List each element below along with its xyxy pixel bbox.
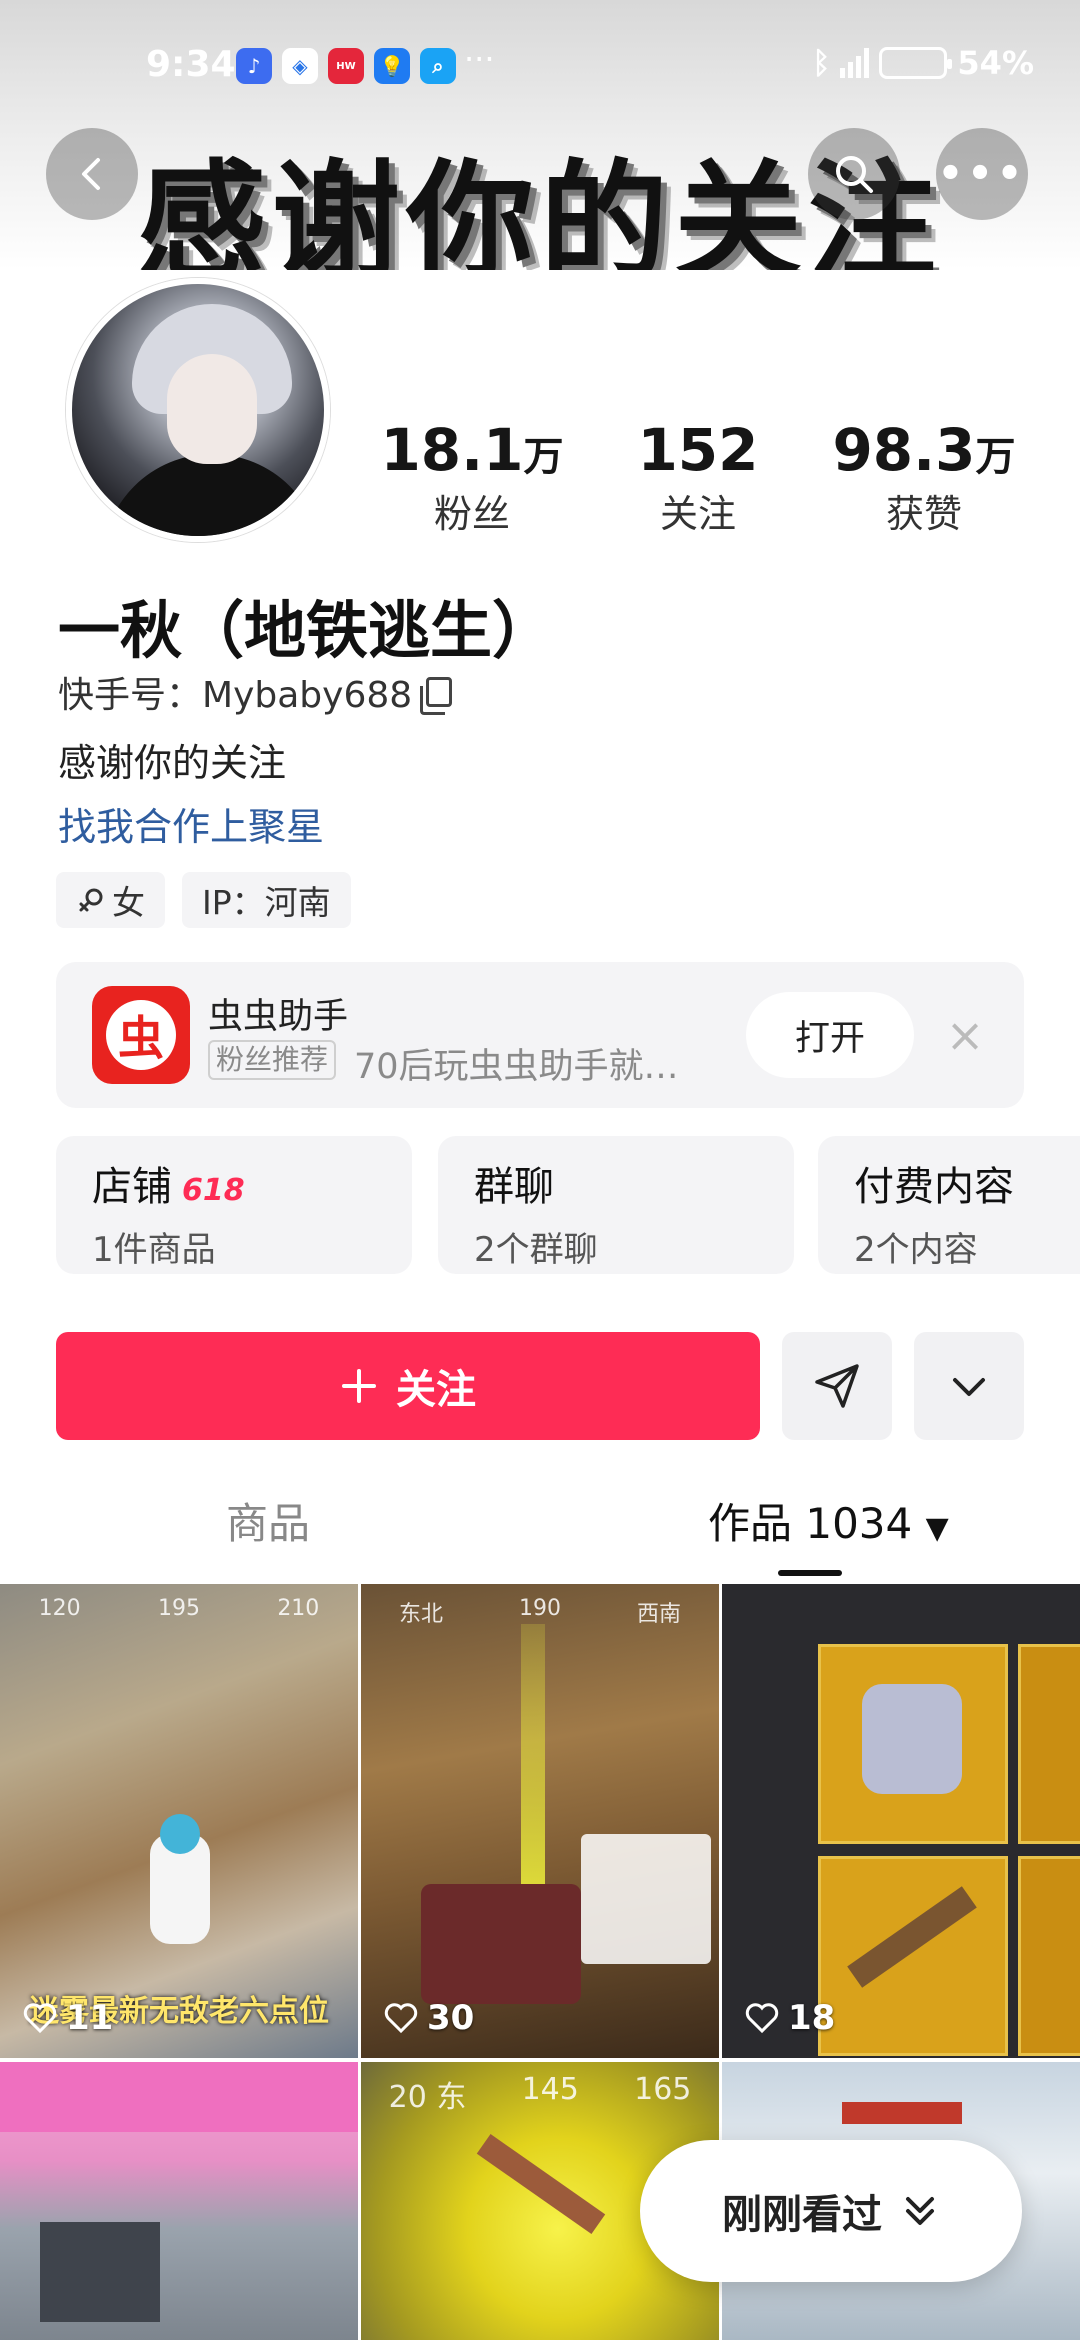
profile-bio: 感谢你的关注: [58, 741, 287, 785]
heart-icon: [745, 2003, 779, 2034]
work-likes-count: 11: [66, 1998, 114, 2038]
close-icon[interactable]: ×: [940, 1010, 990, 1060]
promo-description: 70后玩虫虫助手就…: [354, 1047, 679, 1087]
following-label: 关注: [659, 492, 736, 536]
work-likes-count: 30: [427, 1998, 475, 2038]
work-likes: 30: [383, 1998, 474, 2038]
likes-unit: 万: [975, 434, 1016, 480]
work-tile[interactable]: 120 195 210 迷雾最新无敌老六点位 11: [0, 1584, 358, 2058]
status-bar: 9:34 ♪ ◈ HW 💡 ⌕ ··· ᛒ 54%: [0, 0, 1080, 130]
ip-text: IP：河南: [202, 883, 331, 922]
status-indicators: ᛒ 54%: [812, 44, 1034, 82]
work-likes-count: 18: [788, 1998, 836, 2038]
double-chevron-down-icon: [906, 2197, 934, 2225]
paid-content-card[interactable]: 付费内容 2个内容: [818, 1136, 1080, 1274]
paid-content-title: 付费内容: [854, 1164, 1014, 1210]
promo-618-badge: 618: [182, 1173, 245, 1208]
work-tile[interactable]: 东北 190 西南 30: [361, 1584, 719, 2058]
recently-viewed-label: 刚刚看过: [722, 2192, 882, 2238]
more-dots-icon: •••: [937, 151, 1027, 197]
status-more-icon: ···: [464, 40, 495, 78]
stat-likes[interactable]: 98.3万 获赞: [814, 416, 1034, 537]
work-tile[interactable]: 18: [722, 1584, 1080, 2058]
search-app-icon: ⌕: [420, 48, 456, 84]
work-likes: 11: [22, 1998, 113, 2038]
heart-icon: [23, 2003, 57, 2034]
likes-count: 98.3: [832, 416, 976, 484]
heart-icon: [384, 2003, 418, 2034]
paid-content-subtitle: 2个内容: [854, 1230, 978, 1270]
cooperation-link[interactable]: 找我合作上聚星: [58, 796, 324, 851]
item-slot-rifle: [818, 1856, 1008, 2056]
tab-works[interactable]: 作品 1034 ▼: [708, 1490, 949, 1551]
group-chat-subtitle: 2个群聊: [474, 1230, 598, 1270]
search-button[interactable]: [808, 128, 900, 220]
kwai-id-label: 快手号：: [58, 675, 203, 716]
battery-icon: [879, 47, 953, 79]
huawei-app-icon: HW: [328, 48, 364, 84]
shop-card[interactable]: 店铺 618 1件商品: [56, 1136, 412, 1274]
send-message-button[interactable]: [782, 1332, 892, 1440]
stat-followers[interactable]: 18.1万 粉丝: [362, 416, 582, 537]
plus-icon: [342, 1369, 376, 1403]
promo-app-name: 虫虫助手: [208, 997, 349, 1037]
tips-app-icon: 💡: [374, 48, 410, 84]
followers-unit: 万: [523, 434, 564, 480]
group-chat-card[interactable]: 群聊 2个群聊: [438, 1136, 794, 1274]
expand-button[interactable]: [914, 1332, 1024, 1440]
tab-goods[interactable]: 商品: [226, 1490, 310, 1551]
works-tab-label: 作品 1034: [708, 1499, 913, 1548]
promo-open-button[interactable]: 打开: [746, 992, 914, 1078]
gender-text: 女: [112, 883, 145, 922]
followers-label: 粉丝: [433, 492, 510, 536]
search-icon: [836, 156, 873, 193]
shop-title: 店铺: [92, 1164, 172, 1210]
status-app-icons: ♪ ◈ HW 💡 ⌕: [236, 48, 456, 84]
stat-following[interactable]: 152 关注: [588, 416, 808, 537]
follow-button[interactable]: 关注: [56, 1332, 760, 1440]
likes-label: 获赞: [885, 492, 962, 536]
follow-label: 关注: [396, 1367, 476, 1413]
browser-app-icon: ◈: [282, 48, 318, 84]
status-time: 9:34: [146, 44, 236, 85]
promo-badge: 粉丝推荐: [208, 1040, 337, 1080]
following-count: 152: [637, 416, 759, 484]
group-chat-title: 群聊: [474, 1164, 554, 1210]
inventory-panel: [581, 1834, 711, 1964]
gender-tag: 女: [56, 872, 165, 928]
more-button[interactable]: •••: [936, 128, 1028, 220]
app-icon: 虫: [92, 986, 190, 1084]
caret-down-icon: ▼: [925, 1511, 949, 1546]
work-tile[interactable]: [0, 2062, 358, 2340]
kwai-id-value: Mybaby688: [202, 675, 413, 716]
avatar[interactable]: [66, 278, 330, 542]
work-likes: 18: [744, 1998, 835, 2038]
music-app-icon: ♪: [236, 48, 272, 84]
kwai-id-row[interactable]: 快手号：Mybaby688: [58, 666, 453, 718]
back-button[interactable]: [46, 128, 138, 220]
copy-icon[interactable]: [420, 677, 453, 715]
send-icon: [815, 1364, 859, 1408]
app-promo-card[interactable]: 虫 虫虫助手 粉丝推荐 70后玩虫虫助手就… 打开 ×: [56, 962, 1024, 1108]
followers-count: 18.1: [380, 416, 524, 484]
female-icon: [79, 888, 103, 912]
bluetooth-icon: ᛒ: [812, 45, 831, 81]
banner-text: 感谢你的关注: [137, 148, 942, 270]
profile-name: 一秋（地铁逃生）: [58, 594, 555, 667]
recently-viewed-button[interactable]: 刚刚看过: [640, 2140, 1022, 2282]
chevron-down-icon: [953, 1378, 985, 1396]
battery-percent: 54%: [957, 44, 1034, 82]
loot-beam: [521, 1624, 545, 1924]
tab-indicator: [778, 1570, 842, 1576]
chevron-left-icon: [82, 158, 100, 190]
shop-subtitle: 1件商品: [92, 1230, 216, 1270]
app-icon-char: 虫: [106, 1000, 176, 1070]
signal-icon: [840, 48, 870, 78]
vehicle: [421, 1884, 581, 2004]
ip-tag: IP：河南: [182, 872, 351, 928]
